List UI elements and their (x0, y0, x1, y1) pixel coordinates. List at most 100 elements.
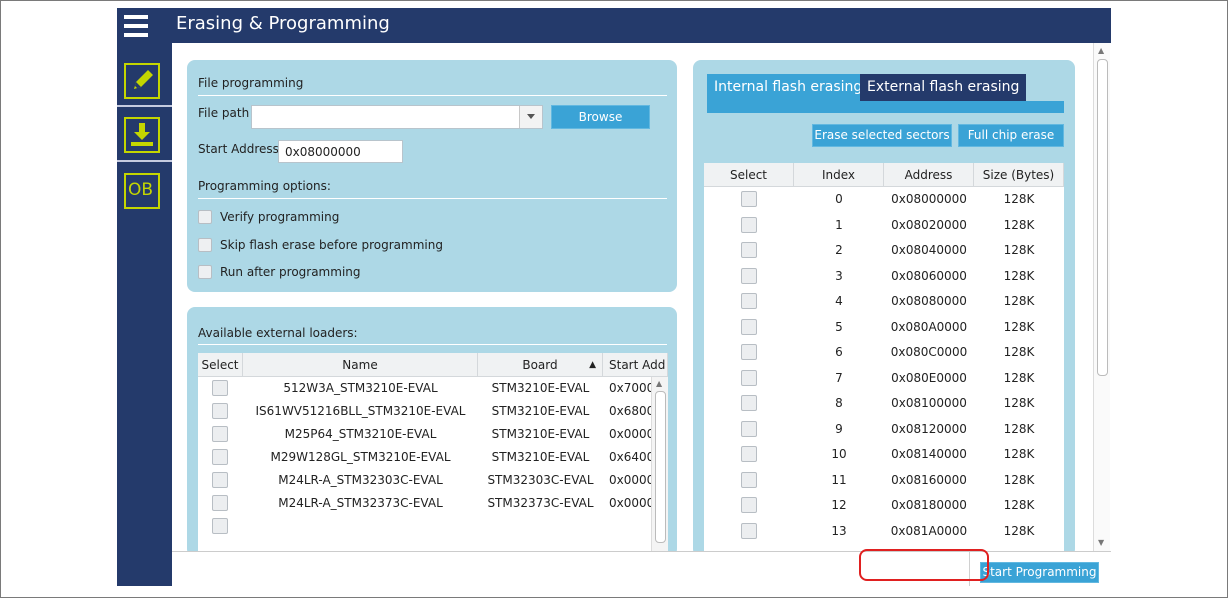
table-row[interactable]: M29W128GL_STM3210E-EVAL STM3210E-EVAL 0x64… (198, 446, 654, 469)
option-bytes-label: OB (128, 180, 154, 200)
loader-name: M24LR-A_STM32373C-EVAL (278, 496, 443, 510)
table-row[interactable]: 2 0x08040000 128K (704, 238, 1064, 263)
sector-address: 0x08080000 (891, 294, 967, 308)
sector-select-checkbox[interactable] (741, 216, 757, 233)
column-header-address[interactable]: Address (884, 163, 974, 187)
sector-select-checkbox[interactable] (741, 522, 757, 539)
sector-address: 0x08160000 (891, 472, 967, 487)
erase-selected-sectors-button[interactable]: Erase selected sectors (812, 124, 952, 147)
table-row[interactable]: 11 0x08160000 128K (704, 468, 1064, 493)
sector-select-checkbox[interactable] (741, 369, 757, 386)
sector-address: 0x080A0000 (890, 319, 968, 334)
loader-select-checkbox[interactable] (212, 449, 228, 465)
table-row[interactable]: 10 0x08140000 128K (704, 442, 1064, 467)
column-header-size[interactable]: Size (Bytes) (974, 163, 1064, 187)
sector-address: 0x081A0000 (890, 523, 968, 538)
loader-board: STM3210E-EVAL (491, 450, 590, 464)
sector-size: 128K (1003, 192, 1035, 206)
table-row[interactable]: 5 0x080A0000 128K (704, 315, 1064, 340)
main-scroll-thumb[interactable] (1097, 59, 1108, 376)
column-header-start-address[interactable]: Start Add (603, 353, 668, 377)
sidebar-separator (117, 160, 172, 162)
loader-select-checkbox[interactable] (212, 380, 228, 396)
loaders-scrollbar[interactable]: ▲ (651, 377, 668, 553)
sector-select-checkbox[interactable] (741, 446, 757, 462)
sector-index: 3 (835, 268, 843, 283)
external-loaders-panel: Available external loaders: Select Name … (187, 307, 677, 557)
table-row[interactable]: 0 0x08000000 128K (704, 187, 1064, 212)
skip-erase-checkbox[interactable] (198, 238, 212, 252)
start-address-input[interactable]: 0x08000000 (278, 140, 403, 163)
sector-select-checkbox[interactable] (741, 471, 757, 488)
sector-select-checkbox[interactable] (741, 191, 757, 207)
download-icon (131, 123, 153, 146)
table-row[interactable]: 12 0x08180000 128K (704, 493, 1064, 518)
loader-select-checkbox[interactable] (212, 518, 228, 534)
start-programming-button[interactable]: Start Programming (980, 562, 1099, 583)
sector-size: 128K (1003, 217, 1035, 232)
sector-select-checkbox[interactable] (741, 318, 757, 335)
column-header-board[interactable]: Board ▲ (478, 353, 603, 377)
table-row[interactable]: 7 0x080E0000 128K (704, 366, 1064, 391)
main-scrollbar[interactable]: ▲ ▼ (1093, 43, 1110, 551)
sector-select-checkbox[interactable] (741, 395, 757, 411)
menu-icon[interactable] (124, 15, 148, 37)
full-chip-erase-button[interactable]: Full chip erase (958, 124, 1064, 147)
browse-button[interactable]: Browse (551, 105, 650, 129)
run-after-checkbox[interactable] (198, 265, 212, 279)
chevron-down-icon[interactable]: ▼ (1098, 539, 1104, 547)
chevron-up-icon[interactable]: ▲ (1098, 47, 1104, 55)
run-after-label: Run after programming (220, 265, 361, 279)
sector-size: 128K (1003, 370, 1035, 385)
column-header-index[interactable]: Index (794, 163, 884, 187)
verify-programming-checkbox[interactable] (198, 210, 212, 224)
pencil-icon (134, 70, 153, 89)
sector-size: 128K (1003, 294, 1035, 308)
column-header-select[interactable]: Select (198, 353, 243, 377)
loader-start-address: 0x0000 (609, 427, 655, 441)
sector-select-checkbox[interactable] (741, 344, 757, 360)
table-row[interactable]: 8 0x08100000 128K (704, 391, 1064, 416)
sector-size: 128K (1003, 268, 1035, 283)
sidebar-item-erasing-programming[interactable] (124, 63, 160, 99)
chevron-up-icon[interactable]: ▲ (656, 380, 662, 388)
table-row[interactable]: M24LR-A_STM32373C-EVAL STM32373C-EVAL 0x00… (198, 492, 654, 515)
table-row[interactable]: 13 0x081A0000 128K (704, 519, 1064, 544)
table-row[interactable]: M25P64_STM3210E-EVAL STM3210E-EVAL 0x0000 (198, 423, 654, 446)
chevron-down-icon (527, 114, 535, 119)
sidebar-item-memory[interactable] (124, 117, 160, 153)
table-row[interactable]: 4 0x08080000 128K (704, 289, 1064, 314)
sectors-table: Select Index Address Size (Bytes) 0 0x080… (704, 163, 1064, 557)
loader-select-checkbox[interactable] (212, 403, 228, 419)
loader-select-checkbox[interactable] (212, 472, 228, 488)
sector-select-checkbox[interactable] (741, 420, 757, 437)
column-header-select[interactable]: Select (704, 163, 794, 187)
external-loaders-title: Available external loaders: (198, 326, 358, 340)
table-row[interactable]: 1 0x08020000 128K (704, 213, 1064, 238)
sector-size: 128K (1003, 498, 1035, 512)
table-row[interactable]: 9 0x08120000 128K (704, 417, 1064, 442)
sidebar-item-option-bytes[interactable]: OB (124, 173, 160, 209)
tab-internal-flash-erasing[interactable]: Internal flash erasing (707, 74, 870, 101)
table-row[interactable]: M24LR-A_STM32303C-EVAL STM32303C-EVAL 0x00… (198, 469, 654, 492)
table-row[interactable]: IS61WV51216BLL_STM3210E-EVAL STM3210E-EVA… (198, 400, 654, 423)
table-row[interactable]: 512W3A_STM3210E-EVAL STM3210E-EVAL 0x7000 (198, 377, 654, 400)
sector-size: 128K (1003, 345, 1035, 359)
column-header-name[interactable]: Name (243, 353, 478, 377)
file-path-dropdown[interactable] (519, 106, 542, 128)
sector-index: 12 (831, 498, 847, 512)
sector-select-checkbox[interactable] (741, 267, 757, 284)
loader-select-checkbox[interactable] (212, 426, 228, 442)
file-path-input[interactable] (251, 105, 543, 129)
sector-select-checkbox[interactable] (741, 293, 757, 309)
verify-programming-label: Verify programming (220, 210, 340, 224)
tab-external-flash-erasing[interactable]: External flash erasing (860, 74, 1027, 101)
sector-select-checkbox[interactable] (741, 497, 757, 513)
sidebar-separator (117, 105, 172, 107)
table-row[interactable]: 6 0x080C0000 128K (704, 340, 1064, 365)
table-row[interactable]: 3 0x08060000 128K (704, 264, 1064, 289)
sector-select-checkbox[interactable] (741, 242, 757, 258)
loader-select-checkbox[interactable] (212, 495, 228, 511)
divider (198, 344, 667, 345)
loaders-scroll-thumb[interactable] (655, 391, 666, 543)
